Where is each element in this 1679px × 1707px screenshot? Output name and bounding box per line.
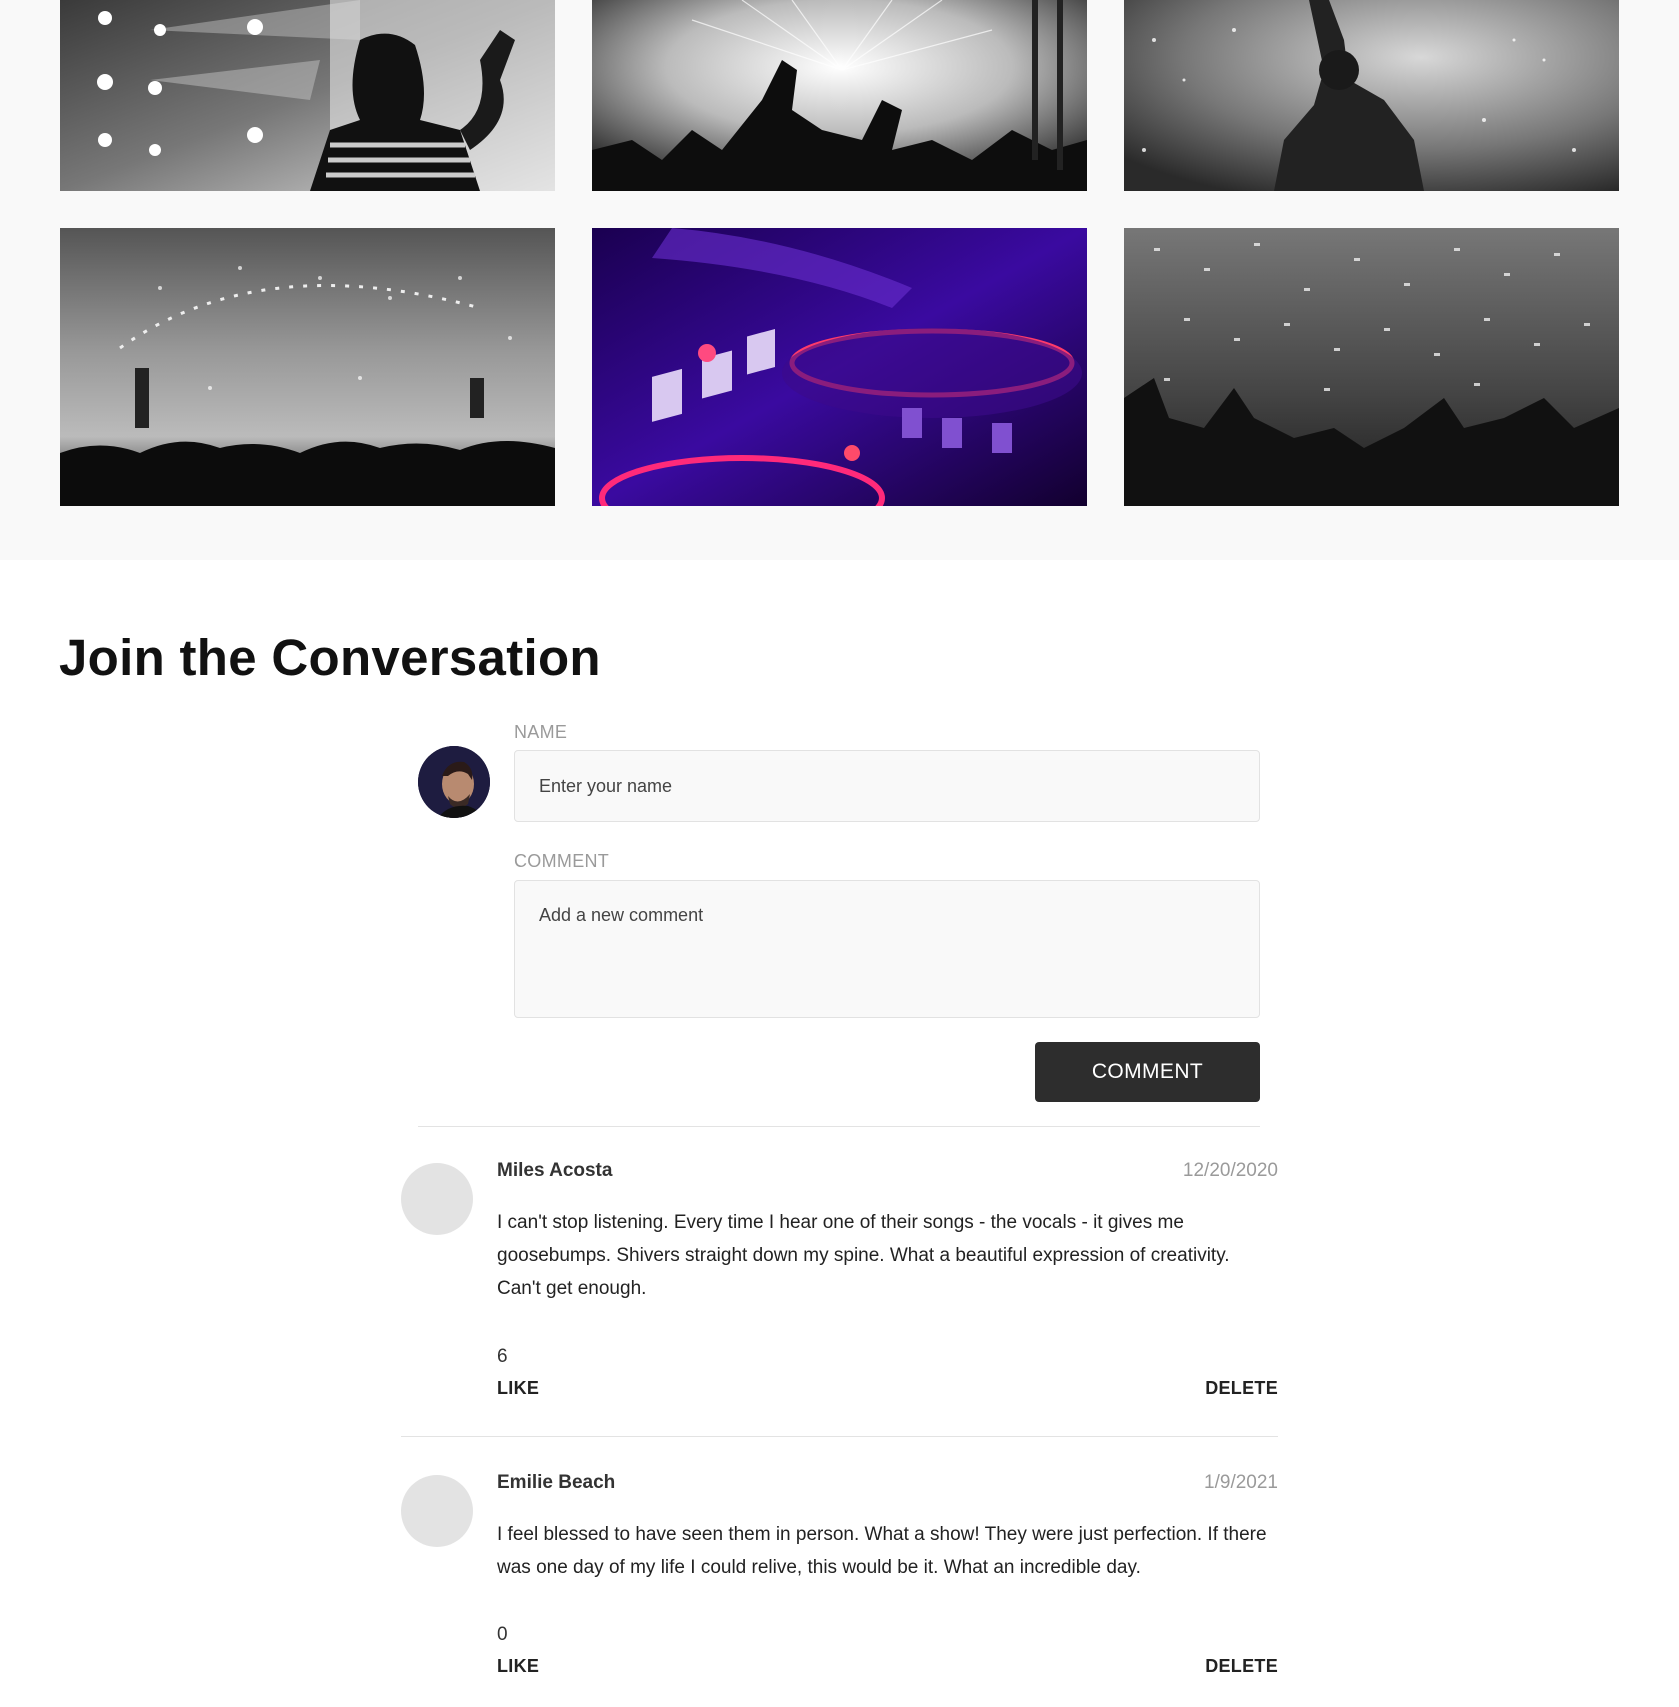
section-title: Join the Conversation [59,629,601,686]
gallery-image-performer[interactable] [1124,0,1619,191]
gallery-image-stadium[interactable] [60,228,555,506]
comment-input[interactable] [514,880,1260,1018]
like-count: 6 [497,1346,508,1367]
comment-body: I can't stop listening. Every time I hea… [497,1212,1230,1299]
comment-date: 12/20/2020 [1182,1160,1278,1181]
gallery-image-dj-turntable[interactable] [592,228,1087,506]
name-label: NAME [514,722,568,742]
divider [401,1436,1278,1437]
comment-label: COMMENT [514,851,610,871]
comment-body: I feel blessed to have seen them in pers… [497,1524,1267,1578]
delete-button[interactable]: DELETE [1205,1378,1278,1399]
gallery-image-fireworks[interactable] [592,0,1087,191]
comment-date: 1/9/2021 [1204,1472,1278,1493]
comment-item: Miles Acosta 12/20/2020 I can't stop lis… [401,1158,1278,1438]
comment-author: Emilie Beach [497,1472,616,1493]
like-count: 0 [497,1624,508,1645]
user-avatar [418,746,490,818]
like-button[interactable]: LIKE [497,1656,539,1677]
like-button[interactable]: LIKE [497,1378,539,1399]
comment-author: Miles Acosta [497,1160,613,1181]
photo-gallery [0,0,1679,560]
gallery-image-concert-woman[interactable] [60,0,555,191]
submit-comment-button[interactable]: COMMENT [1035,1042,1260,1102]
delete-button[interactable]: DELETE [1205,1656,1278,1677]
commenter-avatar [401,1475,473,1547]
gallery-image-crowd-confetti[interactable] [1124,228,1619,506]
divider [418,1126,1260,1127]
commenter-avatar [401,1163,473,1235]
name-input[interactable] [514,750,1260,822]
comment-item: Emilie Beach 1/9/2021 I feel blessed to … [401,1470,1278,1707]
